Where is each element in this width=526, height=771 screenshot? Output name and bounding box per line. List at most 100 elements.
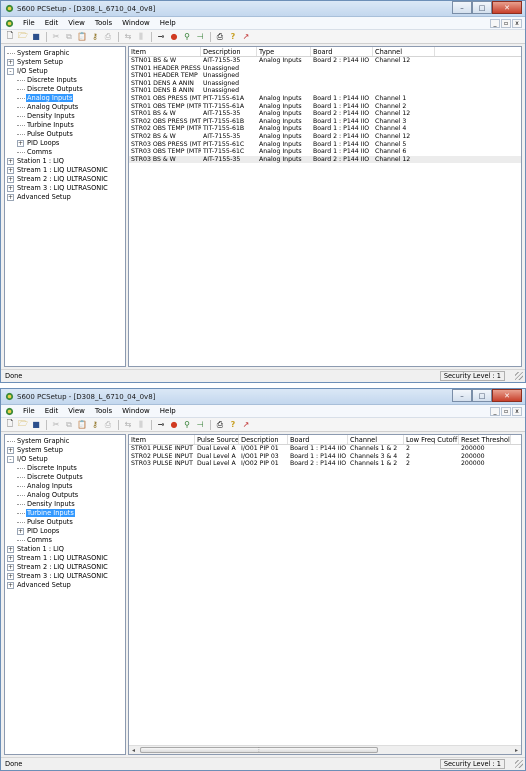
grid-icon[interactable]: ⫼ [135,419,147,430]
menu-window[interactable]: Window [117,407,155,415]
menu-window[interactable]: Window [117,19,155,27]
resize-grip-icon[interactable] [515,372,523,380]
mdi-close-button[interactable]: x [512,18,522,28]
expand-icon[interactable]: + [7,572,14,580]
table-row[interactable]: STR02 OBS PRESS (MTR) PIT-7155-61B Analog … [129,118,521,126]
table-row[interactable]: STR01 OBS PRESS (MTR) PIT-7155-61A Analog … [129,95,521,103]
column-header[interactable]: Description [239,435,288,444]
scroll-left-icon[interactable]: ◂ [129,746,138,755]
close-button[interactable]: ✕ [492,389,522,402]
table-row[interactable]: STR03 OBS TEMP (MTR) TIT-7155-61C Analog I… [129,148,521,156]
column-header[interactable]: Pulse Source [195,435,239,444]
cut-icon[interactable]: ✂ [50,419,62,430]
tree-item[interactable]: System Graphic [5,49,125,58]
column-header[interactable]: Reset Threshold [459,435,511,444]
column-header[interactable]: Item [129,435,195,444]
tree-item[interactable]: Pulse Outputs [5,518,125,527]
grid-icon[interactable]: ⫼ [135,31,147,42]
table-row[interactable]: STR02 BS & W AIT-7155-35 Analog Inputs Boar… [129,133,521,141]
minimize-button[interactable]: – [452,1,472,14]
tree-item[interactable]: Turbine Inputs [5,121,125,130]
close-button[interactable]: ✕ [492,1,522,14]
save-icon[interactable]: ■ [30,31,42,42]
expand-icon[interactable]: + [7,166,14,174]
tree-item[interactable]: Discrete Inputs [5,76,125,85]
pin-icon[interactable]: ⚲ [181,419,193,430]
expand-icon[interactable]: + [7,545,14,553]
save-icon[interactable]: ■ [30,419,42,430]
tree-item[interactable]: Density Inputs [5,112,125,121]
table-row[interactable]: STN01 BS & W AIT-7155-35 Analog Inputs Boar… [129,57,521,65]
resize-grip-icon[interactable] [515,760,523,768]
expand-icon[interactable]: + [17,527,24,535]
tree-item[interactable]: - I/O Setup [5,455,125,464]
new-file-icon[interactable]: 🗋 [4,31,16,42]
context-help-icon[interactable]: ↗ [240,419,252,430]
print-icon[interactable]: ⎙ [214,31,226,42]
table-row[interactable]: STN01 HEADER PRESS Unassigned [129,65,521,73]
stop-icon[interactable]: ● [168,419,180,430]
open-folder-icon[interactable]: 🗁 [17,31,29,42]
tree-item[interactable]: Turbine Inputs [5,509,125,518]
tree-item[interactable]: + Stream 3 : LIQ ULTRASONIC [5,572,125,581]
table-row[interactable]: STR01 BS & W AIT-7155-35 Analog Inputs Boar… [129,110,521,118]
table-row[interactable]: STR03 OBS PRESS (MTR) PIT-7155-61C Analog … [129,141,521,149]
copy-icon[interactable]: ⧉ [63,419,75,430]
tree-item[interactable]: + PID Loops [5,139,125,148]
mdi-minimize-button[interactable]: _ [490,18,500,28]
transfer-icon[interactable]: ⇆ [122,31,134,42]
tree-item[interactable]: + System Setup [5,58,125,67]
tree-item[interactable]: Analog Outputs [5,491,125,500]
horizontal-scrollbar[interactable]: ◂ ⋮ ▸ [129,745,521,754]
column-header[interactable]: Description [201,47,257,56]
menu-edit[interactable]: Edit [40,407,64,415]
transfer-icon[interactable]: ⇆ [122,419,134,430]
column-header[interactable]: Channel [373,47,435,56]
expand-icon[interactable]: + [7,157,14,165]
document-icon[interactable] [5,19,14,28]
tree-item[interactable]: + Advanced Setup [5,193,125,202]
maximize-button[interactable]: □ [472,1,492,14]
open-folder-icon[interactable]: 🗁 [17,419,29,430]
expand-icon[interactable]: + [7,563,14,571]
expand-icon[interactable]: + [7,554,14,562]
print-icon[interactable]: ⎙ [214,419,226,430]
title-bar[interactable]: S600 PCSetup - [D308_L_6710_04_0v8] – □ … [1,389,525,405]
context-help-icon[interactable]: ↗ [240,31,252,42]
mdi-minimize-button[interactable]: _ [490,406,500,416]
expand-icon[interactable]: + [7,446,14,454]
menu-help[interactable]: Help [155,407,181,415]
menu-view[interactable]: View [63,19,90,27]
tree-item[interactable]: Comms [5,536,125,545]
tree-item[interactable]: Analog Outputs [5,103,125,112]
column-header[interactable]: Channel [348,435,404,444]
expand-icon[interactable]: + [7,175,14,183]
stop-icon[interactable]: ● [168,31,180,42]
tree-item[interactable]: Discrete Outputs [5,473,125,482]
menu-view[interactable]: View [63,407,90,415]
tree-item[interactable]: + Stream 2 : LIQ ULTRASONIC [5,563,125,572]
tree-item[interactable]: Pulse Outputs [5,130,125,139]
key-icon[interactable]: ⚷ [89,31,101,42]
tree-item[interactable]: + Stream 2 : LIQ ULTRASONIC [5,175,125,184]
copy-icon[interactable]: ⧉ [63,31,75,42]
signal-icon[interactable]: ⊣ [194,419,206,430]
column-header[interactable]: Item [129,47,201,56]
help-icon[interactable]: ? [227,31,239,42]
menu-file[interactable]: File [18,19,40,27]
column-header[interactable]: Type [257,47,311,56]
column-header[interactable]: Low Freq Cutoff [404,435,459,444]
print-preview-icon[interactable]: ⎙ [102,31,114,42]
collapse-icon[interactable]: - [7,455,14,463]
minimize-button[interactable]: – [452,389,472,402]
tree-item[interactable]: Analog Inputs [5,482,125,491]
mdi-restore-button[interactable]: ▫ [501,406,511,416]
title-bar[interactable]: S600 PCSetup - [D308_L_6710_04_0v8] – □ … [1,1,525,17]
menu-tools[interactable]: Tools [90,19,117,27]
menu-file[interactable]: File [18,407,40,415]
mdi-restore-button[interactable]: ▫ [501,18,511,28]
tree-item[interactable]: Density Inputs [5,500,125,509]
cut-icon[interactable]: ✂ [50,31,62,42]
scroll-right-icon[interactable]: ▸ [512,746,521,755]
document-icon[interactable] [5,407,14,416]
